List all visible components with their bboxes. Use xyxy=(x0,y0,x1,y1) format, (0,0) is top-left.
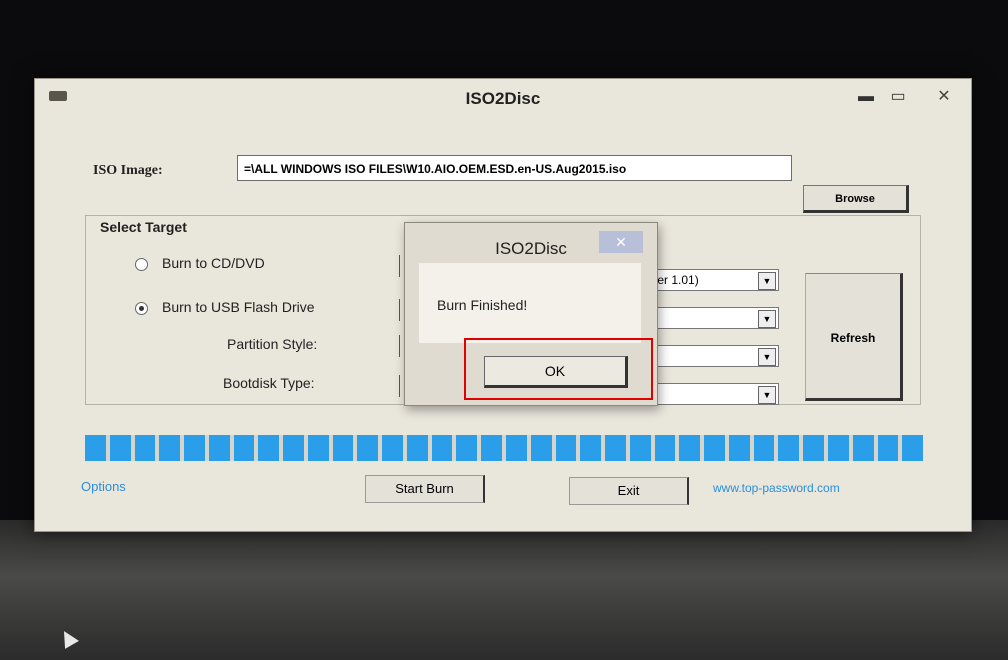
progress-segment xyxy=(605,435,626,461)
iso-image-label: ISO Image: xyxy=(93,163,163,178)
partition-style-dropdown[interactable]: t) ▼ xyxy=(645,345,779,367)
radio-checked-icon xyxy=(135,301,148,315)
progress-segment xyxy=(902,435,924,461)
burn-cd-radio[interactable]: Burn to CD/DVD xyxy=(135,255,265,271)
progress-segment xyxy=(530,435,552,461)
progress-segment xyxy=(406,435,428,461)
partition-style-label: Partition Style: xyxy=(227,336,318,352)
start-burn-button[interactable]: Start Burn xyxy=(365,475,485,503)
progress-segment xyxy=(307,435,329,461)
options-link[interactable]: Options xyxy=(81,479,126,494)
chevron-down-icon: ▼ xyxy=(758,272,776,290)
bootdisk-type-dropdown[interactable]: ▼ xyxy=(645,383,779,405)
progress-segment xyxy=(629,435,651,461)
bootdisk-type-label: Bootdisk Type: xyxy=(223,375,315,391)
progress-segment xyxy=(506,435,527,461)
progress-segment xyxy=(456,435,478,461)
radio-unchecked-icon xyxy=(135,257,148,271)
burn-usb-radio[interactable]: Burn to USB Flash Drive xyxy=(135,299,315,315)
minimize-button[interactable]: ▬ xyxy=(853,87,879,107)
browse-button[interactable]: Browse xyxy=(803,185,909,213)
progress-segment xyxy=(258,435,280,461)
progress-segment xyxy=(877,435,899,461)
title-bar: ISO2Disc ▬ ▭ ✕ xyxy=(35,79,971,119)
close-button[interactable]: ✕ xyxy=(931,87,957,107)
chevron-down-icon: ▼ xyxy=(758,310,776,328)
chevron-down-icon: ▼ xyxy=(758,386,776,404)
progress-segment xyxy=(357,435,379,461)
progress-segment xyxy=(134,435,156,461)
usb-drive-dropdown[interactable]: ▼ xyxy=(645,307,779,329)
progress-segment xyxy=(184,435,205,461)
progress-segment xyxy=(208,435,230,461)
progress-segment xyxy=(580,435,602,461)
progress-segment xyxy=(803,435,824,461)
progress-segment xyxy=(704,435,725,461)
website-link[interactable]: www.top-password.com xyxy=(713,481,840,495)
exit-button[interactable]: Exit xyxy=(569,477,689,505)
select-target-label: Select Target xyxy=(97,219,190,235)
progress-segment xyxy=(852,435,874,461)
progress-segment xyxy=(159,435,181,461)
burn-cd-label: Burn to CD/DVD xyxy=(162,255,265,271)
progress-segment xyxy=(555,435,577,461)
progress-bar xyxy=(85,435,924,461)
progress-segment xyxy=(753,435,775,461)
progress-segment xyxy=(728,435,750,461)
progress-segment xyxy=(332,435,354,461)
progress-segment xyxy=(283,435,304,461)
dialog-message: Burn Finished! xyxy=(437,297,528,313)
progress-segment xyxy=(778,435,800,461)
progress-segment xyxy=(827,435,849,461)
background-photo xyxy=(0,520,1008,660)
progress-segment xyxy=(85,435,106,461)
progress-segment xyxy=(382,435,403,461)
chevron-down-icon: ▼ xyxy=(758,348,776,366)
cd-drive-dropdown[interactable]: Ver 1.01) ▼ xyxy=(645,269,779,291)
iso-path-input[interactable]: =\ALL WINDOWS ISO FILES\W10.AIO.OEM.ESD.… xyxy=(237,155,792,181)
burn-usb-label: Burn to USB Flash Drive xyxy=(162,299,315,315)
window-title: ISO2Disc xyxy=(465,89,541,108)
progress-segment xyxy=(233,435,255,461)
progress-segment xyxy=(481,435,503,461)
highlight-box xyxy=(464,338,653,400)
progress-segment xyxy=(654,435,676,461)
progress-segment xyxy=(431,435,453,461)
progress-segment xyxy=(679,435,701,461)
dialog-close-button[interactable]: ✕ xyxy=(599,231,643,253)
refresh-button[interactable]: Refresh xyxy=(805,273,903,401)
progress-segment xyxy=(109,435,131,461)
maximize-button[interactable]: ▭ xyxy=(885,87,911,107)
